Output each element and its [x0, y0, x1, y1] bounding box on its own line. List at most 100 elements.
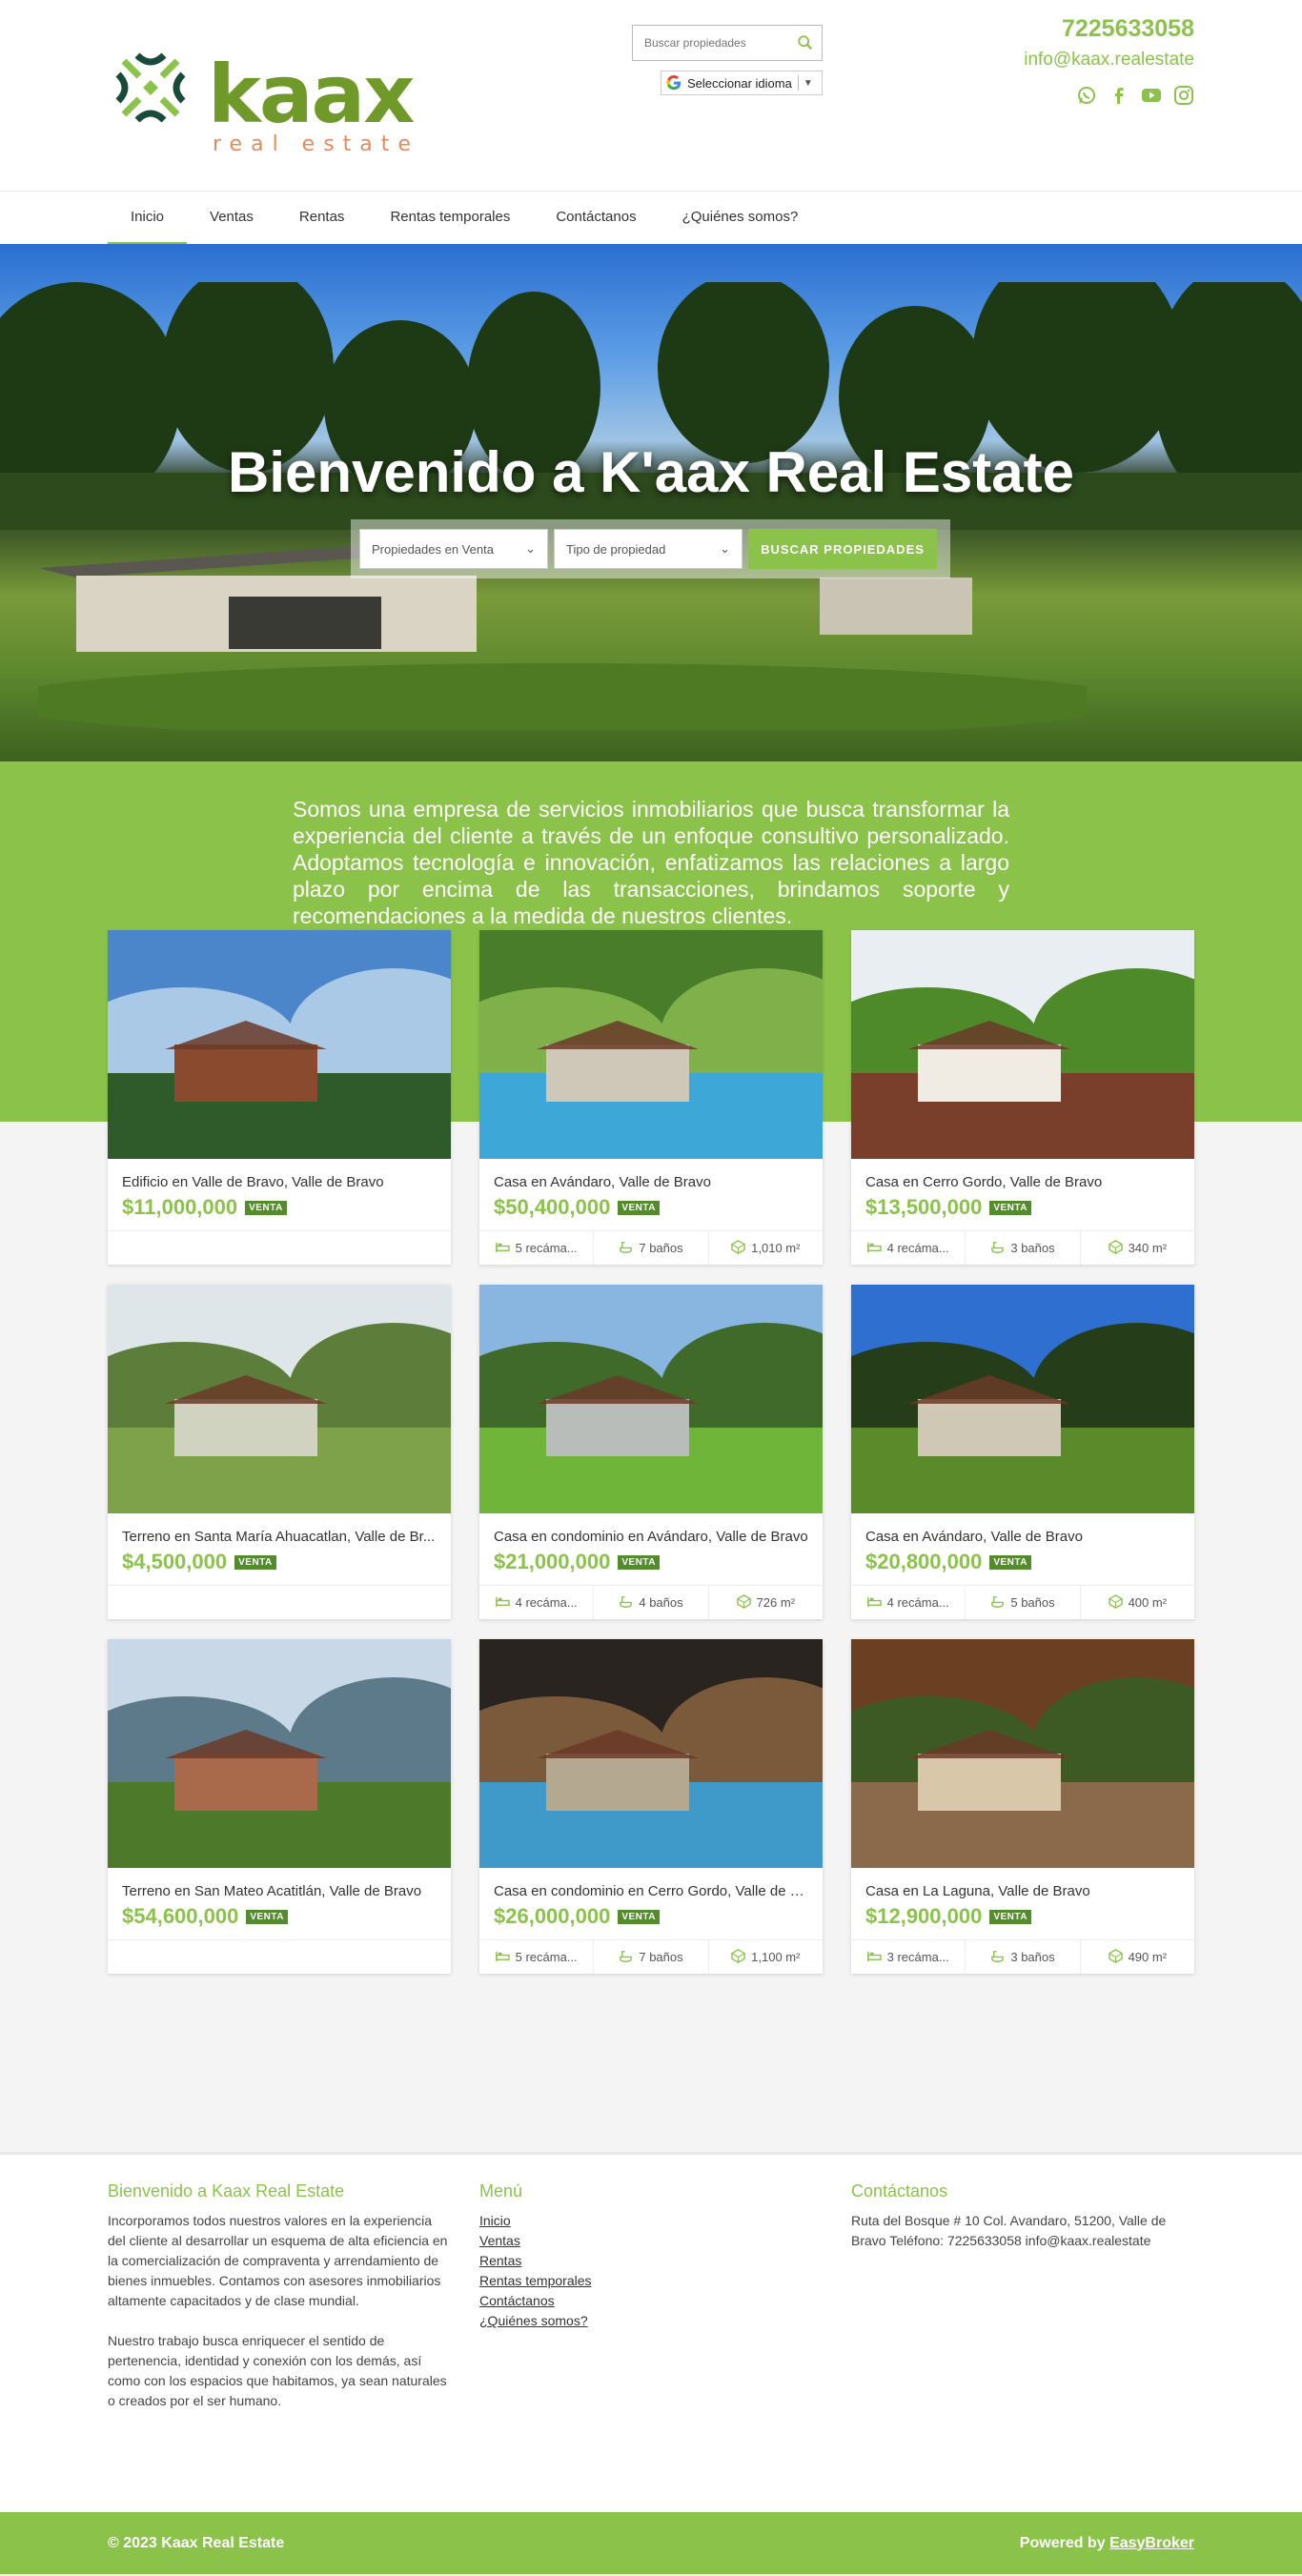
bath-icon [619, 1240, 633, 1257]
header-phone[interactable]: 7225633058 [1062, 15, 1194, 43]
area-value: 1,010 m² [751, 1241, 801, 1255]
bath-icon [990, 1240, 1005, 1257]
nav-item-rentas-temporales[interactable]: Rentas temporales [367, 192, 533, 245]
property-photo[interactable] [479, 930, 823, 1159]
facebook-icon[interactable] [1109, 85, 1129, 106]
operation-select[interactable]: Propiedades en Venta ⌄ [359, 529, 548, 569]
property-card[interactable]: Casa en Avándaro, Valle de Bravo $20,800… [851, 1285, 1194, 1619]
footer-about-title: Bienvenido a Kaax Real Estate [108, 2181, 345, 2201]
property-card[interactable]: Casa en condominio en Avándaro, Valle de… [479, 1285, 823, 1619]
property-title[interactable]: Casa en Avándaro, Valle de Bravo [479, 1159, 823, 1190]
nav-item-ventas[interactable]: Ventas [187, 192, 276, 245]
header-search[interactable] [632, 25, 823, 61]
bedrooms-value: 4 recáma... [886, 1595, 949, 1610]
status-badge: VENTA [618, 1909, 660, 1924]
search-icon[interactable] [797, 34, 814, 51]
bathrooms-value: 4 baños [639, 1595, 683, 1610]
footer-link-inicio[interactable]: Inicio [479, 2211, 823, 2231]
footer-contact-title: Contáctanos [851, 2181, 948, 2201]
footer-menu-title: Menú [479, 2181, 523, 2201]
price-row: $13,500,000 VENTA [851, 1190, 1194, 1220]
property-title[interactable]: Terreno en Santa María Ahuacatlan, Valle… [108, 1513, 451, 1545]
price-row: $50,400,000 VENTA [479, 1190, 823, 1220]
whatsapp-icon[interactable] [1076, 85, 1097, 106]
property-card[interactable]: Casa en La Laguna, Valle de Bravo $12,90… [851, 1639, 1194, 1974]
property-price: $26,000,000 [494, 1904, 611, 1928]
bath-icon [619, 1949, 633, 1966]
property-price: $4,500,000 [122, 1550, 228, 1573]
footer-about-text-1: Incorporamos todos nuestros valores en l… [108, 2213, 448, 2308]
bed-icon [495, 1949, 510, 1966]
footer-link-rentas-temporales[interactable]: Rentas temporales [479, 2271, 823, 2291]
bathrooms-value: 5 baños [1010, 1595, 1055, 1610]
price-row: $11,000,000 VENTA [108, 1190, 451, 1220]
nav-item-contactanos[interactable]: Contáctanos [533, 192, 659, 245]
property-title[interactable]: Edificio en Valle de Bravo, Valle de Bra… [108, 1159, 451, 1190]
area-icon [1108, 1948, 1123, 1966]
bathrooms-value: 7 baños [639, 1950, 683, 1964]
area: 400 m² [1081, 1586, 1194, 1619]
search-properties-button[interactable]: BUSCAR PROPIEDADES [748, 529, 937, 569]
property-photo[interactable] [851, 1639, 1194, 1868]
footer-link-ventas[interactable]: Ventas [479, 2231, 823, 2251]
property-card[interactable]: Casa en Cerro Gordo, Valle de Bravo $13,… [851, 930, 1194, 1265]
footer-link-contactanos[interactable]: Contáctanos [479, 2291, 823, 2311]
property-title[interactable]: Casa en Avándaro, Valle de Bravo [851, 1513, 1194, 1545]
price-row: $54,600,000 VENTA [108, 1899, 451, 1929]
property-photo[interactable] [479, 1639, 823, 1868]
property-card[interactable]: Casa en Avándaro, Valle de Bravo $50,400… [479, 930, 823, 1265]
header-email[interactable]: info@kaax.realestate [1024, 50, 1194, 71]
property-title[interactable]: Casa en condominio en Cerro Gordo, Valle… [479, 1868, 823, 1899]
bathrooms: 7 baños [594, 1231, 709, 1265]
main-nav: Inicio Ventas Rentas Rentas temporales C… [0, 191, 1302, 245]
bedrooms: 5 recáma... [479, 1940, 595, 1974]
listings-grid: Edificio en Valle de Bravo, Valle de Bra… [108, 930, 1194, 1974]
footer-link-quienes-somos[interactable]: ¿Quiénes somos? [479, 2311, 823, 2331]
easybroker-link[interactable]: EasyBroker [1109, 2535, 1194, 2551]
property-card[interactable]: Terreno en San Mateo Acatitlán, Valle de… [108, 1639, 451, 1974]
search-input[interactable] [633, 36, 795, 50]
property-features: 5 recáma... 7 baños 1,100 m² [479, 1939, 823, 1974]
nav-item-quienes-somos[interactable]: ¿Quiénes somos? [660, 192, 822, 245]
google-icon [666, 74, 682, 91]
area-value: 340 m² [1128, 1241, 1168, 1255]
property-photo[interactable] [479, 1285, 823, 1513]
bathrooms-value: 3 baños [1010, 1950, 1055, 1964]
property-card[interactable]: Casa en condominio en Cerro Gordo, Valle… [479, 1639, 823, 1974]
property-price: $54,600,000 [122, 1904, 239, 1928]
language-selector[interactable]: Seleccionar idioma ▼ [661, 71, 823, 95]
property-photo[interactable] [108, 930, 451, 1159]
bed-icon [866, 1240, 882, 1257]
nav-item-inicio[interactable]: Inicio [108, 192, 188, 245]
powered-by-label: Powered by [1019, 2534, 1110, 2551]
property-photo[interactable] [851, 1285, 1194, 1513]
area: 1,100 m² [709, 1940, 823, 1974]
property-features: 4 recáma... 4 baños 726 m² [479, 1585, 823, 1619]
property-photo[interactable] [108, 1285, 451, 1513]
bedrooms-value: 5 recáma... [515, 1950, 578, 1964]
youtube-icon[interactable] [1141, 85, 1162, 106]
property-price: $12,900,000 [865, 1904, 983, 1928]
property-title[interactable]: Casa en La Laguna, Valle de Bravo [851, 1868, 1194, 1899]
footer-contact: Contáctanos Ruta del Bosque # 10 Col. Av… [851, 2181, 1194, 2251]
nav-item-rentas[interactable]: Rentas [276, 192, 368, 245]
bedrooms: 4 recáma... [479, 1586, 595, 1619]
divider [797, 75, 799, 91]
property-card[interactable]: Terreno en Santa María Ahuacatlan, Valle… [108, 1285, 451, 1619]
property-photo[interactable] [851, 930, 1194, 1159]
bed-icon [866, 1594, 882, 1612]
instagram-icon[interactable] [1173, 85, 1194, 106]
footer-bottom-bar: © 2023 Kaax Real Estate Powered by EasyB… [0, 2512, 1302, 2574]
kaax-logo[interactable]: kaax real estate [108, 42, 437, 156]
property-card[interactable]: Edificio en Valle de Bravo, Valle de Bra… [108, 930, 451, 1265]
property-type-select[interactable]: Tipo de propiedad ⌄ [554, 529, 743, 569]
bedrooms-value: 4 recáma... [515, 1595, 578, 1610]
footer-link-rentas[interactable]: Rentas [479, 2251, 823, 2271]
bathrooms-value: 7 baños [639, 1241, 683, 1255]
property-photo[interactable] [108, 1639, 451, 1868]
logo-tagline: real estate [213, 132, 419, 156]
property-title[interactable]: Casa en Cerro Gordo, Valle de Bravo [851, 1159, 1194, 1190]
property-title[interactable]: Terreno en San Mateo Acatitlán, Valle de… [108, 1868, 451, 1899]
bed-icon [866, 1949, 882, 1966]
property-title[interactable]: Casa en condominio en Avándaro, Valle de… [479, 1513, 823, 1545]
